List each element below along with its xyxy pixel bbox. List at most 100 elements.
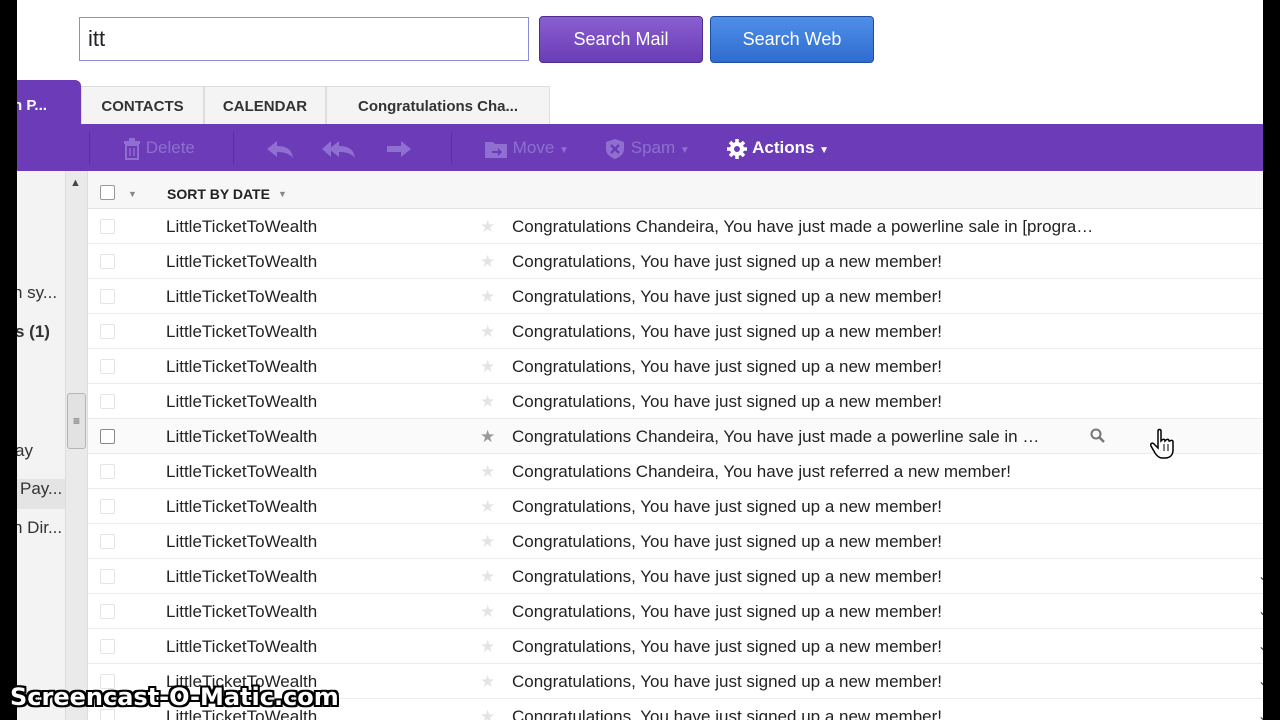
row-checkbox[interactable] [100, 499, 115, 514]
tab-active-label: h P... [17, 97, 47, 114]
reply-button[interactable] [265, 124, 295, 171]
scrollbar-thumb[interactable]: ≡ [67, 393, 86, 449]
row-checkbox[interactable] [100, 534, 115, 549]
trash-icon [124, 137, 140, 160]
sender: LittleTicketToWealth [166, 287, 318, 306]
spam-button[interactable]: Spam ▼ [604, 124, 690, 171]
subject: Congratulations, You have just signed up… [512, 287, 942, 306]
star-icon[interactable]: ★ [480, 419, 495, 454]
star-icon[interactable]: ★ [480, 279, 495, 314]
search-icon[interactable] [1090, 428, 1106, 449]
delete-button[interactable]: Delete [123, 124, 195, 171]
subject: Congratulations, You have just signed up… [512, 567, 942, 586]
sender: LittleTicketToWealth [166, 427, 318, 446]
row-checkbox[interactable] [100, 639, 115, 654]
star-icon[interactable]: ★ [480, 244, 495, 279]
sidebar-scrollbar[interactable]: ▲ ≡ [65, 171, 87, 720]
row-checkbox[interactable] [100, 324, 115, 339]
chevron-down-icon[interactable]: ▼ [278, 189, 287, 199]
screen-border [1263, 0, 1280, 720]
subject: Congratulations, You have just signed up… [512, 672, 942, 691]
row-checkbox[interactable] [100, 219, 115, 234]
table-row[interactable]: LittleTicketToWealth ★ Congratulations, Yo… [88, 594, 1263, 629]
hand-cursor-icon [1150, 428, 1176, 465]
tab-active[interactable]: h P... [17, 80, 81, 126]
table-row[interactable]: LittleTicketToWealth ★ Congratulations, Yo… [88, 559, 1263, 594]
actions-label: Actions [752, 138, 815, 157]
star-icon[interactable]: ★ [480, 699, 495, 720]
sort-label: SORT BY DATE [167, 186, 270, 202]
move-folder-icon [485, 141, 507, 158]
star-icon[interactable]: ★ [480, 524, 495, 559]
star-icon[interactable]: ★ [480, 209, 495, 244]
subject: Congratulations, You have just signed up… [512, 252, 942, 271]
tab-calendar[interactable]: CALENDAR [204, 86, 326, 124]
subject: Congratulations, You have just signed up… [512, 357, 942, 376]
row-checkbox[interactable] [100, 429, 115, 444]
tab-contacts[interactable]: CONTACTS [81, 86, 204, 124]
subject: Congratulations, You have just signed up… [512, 602, 942, 621]
tab-message[interactable]: Congratulations Cha... [326, 86, 550, 124]
row-checkbox[interactable] [100, 569, 115, 584]
chevron-down-icon: ▼ [559, 145, 569, 156]
table-row[interactable]: LittleTicketToWealth ★ Congratulations, Yo… [88, 244, 1263, 279]
sidebar-item-selected[interactable]: Pay... [17, 479, 65, 509]
subject: Congratulations, You have just signed up… [512, 322, 942, 341]
sender: LittleTicketToWealth [166, 217, 318, 236]
search-input[interactable] [79, 17, 529, 61]
star-icon[interactable]: ★ [480, 664, 495, 699]
select-all-checkbox[interactable] [100, 185, 115, 200]
sender: LittleTicketToWealth [166, 567, 318, 586]
star-icon[interactable]: ★ [480, 489, 495, 524]
star-icon[interactable]: ★ [480, 384, 495, 419]
star-icon[interactable]: ★ [480, 454, 495, 489]
star-icon[interactable]: ★ [480, 559, 495, 594]
table-row[interactable]: LittleTicketToWealth ★ Congratulations, Yo… [88, 349, 1263, 384]
sender: LittleTicketToWealth [166, 357, 318, 376]
table-row[interactable]: LittleTicketToWealth ★ Congratulations, Yo… [88, 314, 1263, 349]
search-web-button[interactable]: Search Web [710, 16, 874, 63]
subject: Congratulations, You have just signed up… [512, 532, 942, 551]
delete-label: Delete [145, 138, 195, 157]
row-checkbox[interactable] [100, 394, 115, 409]
move-button[interactable]: Move ▼ [484, 124, 569, 171]
table-row[interactable]: LittleTicketToWealth ★ Congratulations, Yo… [88, 279, 1263, 314]
sidebar-item[interactable]: ay [17, 441, 33, 461]
row-checkbox[interactable] [100, 254, 115, 269]
search-mail-button[interactable]: Search Mail [539, 16, 703, 63]
star-icon[interactable]: ★ [480, 629, 495, 664]
table-row[interactable]: LittleTicketToWealth ★ Congratulations Cha… [88, 209, 1263, 244]
forward-button[interactable] [385, 124, 413, 171]
table-row[interactable]: LittleTicketToWealth ★ Congratulations, Yo… [88, 384, 1263, 419]
table-row[interactable]: LittleTicketToWealth ★ Congratulations Cha… [88, 454, 1263, 489]
subject: Congratulations, You have just signed up… [512, 707, 942, 720]
table-row[interactable]: LittleTicketToWealth ★ Congratulations Cha… [88, 419, 1263, 454]
star-icon[interactable]: ★ [480, 349, 495, 384]
subject: Congratulations Chandeira, You have just… [512, 217, 1094, 236]
sidebar-item[interactable]: h sy... [17, 283, 57, 303]
table-row[interactable]: LittleTicketToWealth ★ Congratulations, Yo… [88, 629, 1263, 664]
row-checkbox[interactable] [100, 604, 115, 619]
sidebar-item[interactable]: h Dir... [17, 518, 62, 538]
sender: LittleTicketToWealth [166, 322, 318, 341]
table-row[interactable]: LittleTicketToWealth ★ Congratulations, Yo… [88, 489, 1263, 524]
sender: LittleTicketToWealth [166, 252, 318, 271]
row-checkbox[interactable] [100, 359, 115, 374]
spam-label: Spam [630, 138, 676, 157]
star-icon[interactable]: ★ [480, 594, 495, 629]
actions-button[interactable]: Actions ▼ [726, 124, 829, 171]
scroll-up-arrow-icon[interactable]: ▲ [70, 177, 81, 189]
list-header: ▼ SORT BY DATE ▼ [88, 171, 1263, 209]
star-icon[interactable]: ★ [480, 314, 495, 349]
subject: Congratulations Chandeira, You have just… [512, 427, 1040, 446]
row-checkbox[interactable] [100, 289, 115, 304]
reply-all-button[interactable] [321, 124, 357, 171]
reply-all-icon [322, 140, 355, 158]
sidebar-item[interactable]: s (1) [17, 322, 50, 342]
table-row[interactable]: LittleTicketToWealth ★ Congratulations, Yo… [88, 524, 1263, 559]
sender: LittleTicketToWealth [166, 497, 318, 516]
row-checkbox[interactable] [100, 464, 115, 479]
gear-icon [727, 138, 747, 159]
forward-icon [387, 140, 411, 157]
chevron-down-icon[interactable]: ▼ [128, 189, 137, 199]
